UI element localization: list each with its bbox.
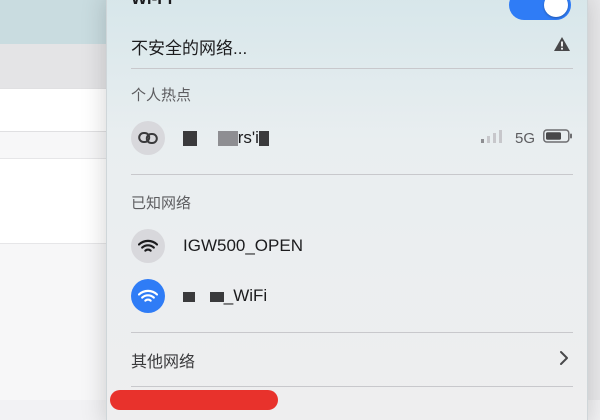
redacted-block: [183, 131, 197, 147]
hotspot-section-label: 个人热点: [131, 86, 192, 104]
signal-bars-icon: [480, 129, 507, 148]
hotspot-status: 5G: [480, 128, 573, 148]
highlight-bar: [110, 390, 278, 410]
network-name: _WiFi: [223, 286, 268, 305]
network-row-igw500[interactable]: IGW500_OPEN: [131, 226, 573, 266]
separator: [131, 332, 573, 333]
wifi-menu: Wi-Fi 不安全的网络... 个人热点 rs'i 5G: [106, 0, 588, 420]
other-networks-label: 其他网络: [131, 354, 196, 371]
redacted-block: [217, 131, 238, 147]
separator: [131, 386, 573, 387]
separator: [131, 68, 573, 69]
network-name-wrap: _WiFi: [183, 286, 267, 306]
wifi-icon: [131, 279, 165, 313]
band-label: 5G: [514, 129, 535, 147]
link-icon: [131, 121, 165, 155]
background-list: [0, 158, 112, 244]
hotspot-row[interactable]: rs'i 5G: [131, 118, 573, 158]
wifi-icon: [131, 229, 165, 263]
redacted-block: [183, 291, 195, 302]
warning-icon: [553, 36, 571, 57]
network-row-wifi[interactable]: _WiFi: [131, 276, 573, 316]
network-name: IGW500_OPEN: [183, 236, 303, 255]
hotspot-name: rs'i: [237, 128, 259, 147]
toggle-knob: [544, 0, 568, 17]
insecure-network-row[interactable]: 不安全的网络...: [131, 30, 573, 62]
insecure-network-text: 不安全的网络...: [131, 38, 248, 58]
hotspot-name-wrap: rs'i: [183, 128, 269, 148]
wifi-toggle[interactable]: [509, 0, 571, 20]
known-section-label: 已知网络: [131, 194, 192, 212]
hotspot-section: 个人热点: [131, 82, 573, 106]
wifi-header: Wi-Fi: [131, 0, 573, 20]
redacted-block: [258, 131, 269, 147]
other-networks-row[interactable]: 其他网络: [131, 346, 573, 374]
chevron-right-icon: [559, 350, 569, 371]
wifi-title: Wi-Fi: [131, 0, 172, 9]
redacted-block: [209, 291, 224, 302]
known-section: 已知网络: [131, 190, 573, 214]
separator: [131, 174, 573, 175]
background-field: [0, 88, 112, 132]
battery-icon: [543, 128, 573, 148]
